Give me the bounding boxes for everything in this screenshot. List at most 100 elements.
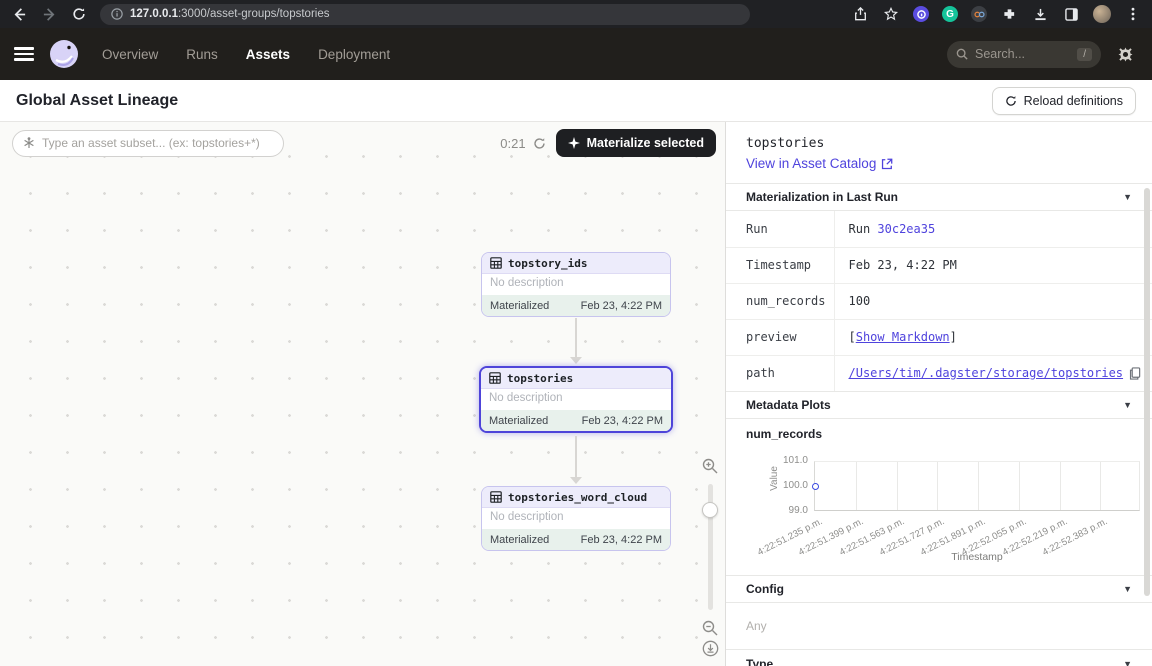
- y-tick: 101.0: [772, 455, 808, 466]
- nav-item-runs[interactable]: Runs: [186, 47, 218, 62]
- grammarly-extension-icon[interactable]: G: [942, 6, 958, 22]
- browser-menu-kebab-icon[interactable]: [1124, 5, 1142, 23]
- bracket-open: [: [849, 330, 856, 344]
- table-icon: [490, 491, 502, 503]
- nav-item-deployment[interactable]: Deployment: [318, 47, 390, 62]
- site-info-icon[interactable]: [111, 8, 123, 20]
- row-label: Timestamp: [726, 247, 834, 283]
- asset-node-topstories-word-cloud[interactable]: topstories_word_cloud No description Mat…: [481, 486, 671, 551]
- materialize-selected-button[interactable]: Materialize selected: [556, 129, 716, 157]
- asset-subset-input[interactable]: Type an asset subset... (ex: topstories+…: [12, 130, 284, 157]
- search-shortcut-badge: /: [1077, 48, 1092, 61]
- asset-node-timestamp: Feb 23, 4:22 PM: [581, 534, 662, 546]
- section-title: Config: [746, 582, 784, 596]
- url-bar[interactable]: 127.0.0.1:3000/asset-groups/topstories: [100, 4, 750, 25]
- asset-node-description: No description: [482, 274, 670, 295]
- asset-lineage-graph[interactable]: Type an asset subset... (ex: topstories+…: [0, 122, 726, 666]
- asset-node-name: topstories_word_cloud: [508, 491, 647, 504]
- y-tick: 99.0: [772, 505, 808, 516]
- url-path: :3000/asset-groups/topstories: [178, 8, 330, 20]
- zoom-in-icon[interactable]: [702, 458, 718, 474]
- dagster-logo[interactable]: [48, 38, 80, 70]
- view-in-asset-catalog-link[interactable]: View in Asset Catalog: [746, 156, 1132, 171]
- asset-node-description: No description: [482, 508, 670, 529]
- nav-menu-icon[interactable]: [14, 47, 34, 61]
- asset-node-status: Materialized: [489, 415, 548, 427]
- asset-node-status: Materialized: [490, 534, 549, 546]
- browser-chrome: 127.0.0.1:3000/asset-groups/topstories G: [0, 0, 1152, 28]
- chevron-down-icon: ▼: [1123, 659, 1132, 666]
- section-title: Metadata Plots: [746, 398, 831, 412]
- panel-scrollbar[interactable]: [1144, 188, 1150, 596]
- section-metadata-plots[interactable]: Metadata Plots ▼: [726, 391, 1152, 419]
- password-extension-icon[interactable]: [913, 6, 929, 22]
- browser-forward-icon[interactable]: [40, 5, 58, 23]
- reload-definitions-label: Reload definitions: [1024, 94, 1123, 108]
- external-link-icon: [881, 158, 893, 170]
- asset-node-topstories[interactable]: topstories No description Materialized F…: [479, 366, 673, 433]
- zoom-out-icon[interactable]: [702, 620, 718, 636]
- section-type[interactable]: Type ▼: [726, 649, 1152, 666]
- show-markdown-link[interactable]: Show Markdown: [856, 330, 950, 344]
- graph-toolbar: Type an asset subset... (ex: topstories+…: [12, 129, 716, 157]
- table-row: Run Run 30c2ea35: [726, 211, 1152, 247]
- path-link[interactable]: /Users/tim/.dagster/storage/topstories: [849, 366, 1124, 380]
- refresh-timer: 0:21: [500, 136, 545, 151]
- timestamp-value: Feb 23, 4:22 PM: [834, 247, 1152, 283]
- browser-reload-icon[interactable]: [70, 5, 88, 23]
- run-id-link[interactable]: 30c2ea35: [877, 222, 935, 236]
- row-label: preview: [726, 319, 834, 355]
- section-materialization-last-run[interactable]: Materialization in Last Run ▼: [726, 183, 1152, 211]
- materialize-icon: [568, 137, 580, 149]
- browser-back-icon[interactable]: [10, 5, 28, 23]
- downloads-icon[interactable]: [1031, 5, 1049, 23]
- nav-item-overview[interactable]: Overview: [102, 47, 158, 62]
- reload-icon: [1005, 95, 1017, 107]
- url-text: 127.0.0.1:3000/asset-groups/topstories: [130, 8, 329, 20]
- data-point[interactable]: [812, 483, 819, 490]
- side-panel-icon[interactable]: [1062, 5, 1080, 23]
- nav-item-assets[interactable]: Assets: [246, 47, 290, 62]
- reload-definitions-button[interactable]: Reload definitions: [992, 87, 1136, 115]
- materialization-table: Run Run 30c2ea35 Timestamp Feb 23, 4:22 …: [726, 211, 1152, 391]
- owl-extension-icon[interactable]: [971, 6, 987, 22]
- global-search-input[interactable]: Search... /: [947, 41, 1101, 68]
- table-row: path /Users/tim/.dagster/storage/topstor…: [726, 355, 1152, 391]
- asset-node-status: Materialized: [490, 300, 549, 312]
- row-label: Run: [726, 211, 834, 247]
- num-records-value: 100: [834, 283, 1152, 319]
- search-icon: [956, 48, 968, 60]
- plot-area: 4:22:51.235 p.m. 4:22:51.399 p.m. 4:22:5…: [814, 461, 1140, 511]
- share-icon[interactable]: [851, 5, 869, 23]
- edge-arrow: [569, 318, 583, 364]
- view-in-asset-catalog-label: View in Asset Catalog: [746, 156, 876, 171]
- extensions-puzzle-icon[interactable]: [1000, 5, 1018, 23]
- zoom-slider-handle[interactable]: [702, 502, 718, 518]
- asset-node-topstory-ids[interactable]: topstory_ids No description Materialized…: [481, 252, 671, 317]
- zoom-slider[interactable]: [708, 484, 713, 610]
- row-label: path: [726, 355, 834, 391]
- refresh-icon[interactable]: [533, 137, 546, 150]
- copy-icon[interactable]: [1129, 367, 1141, 380]
- chevron-down-icon: ▼: [1123, 584, 1132, 594]
- table-row: Timestamp Feb 23, 4:22 PM: [726, 247, 1152, 283]
- asset-selector-icon: [23, 137, 35, 149]
- config-value: Any: [726, 603, 1152, 649]
- page-header: Global Asset Lineage Reload definitions: [0, 80, 1152, 122]
- bookmark-star-icon[interactable]: [882, 5, 900, 23]
- panel-asset-name: topstories: [746, 136, 1132, 151]
- section-config[interactable]: Config ▼: [726, 575, 1152, 603]
- browser-profile-avatar[interactable]: [1093, 5, 1111, 23]
- asset-subset-placeholder: Type an asset subset... (ex: topstories+…: [42, 136, 260, 150]
- url-host: 127.0.0.1: [130, 8, 178, 20]
- y-tick: 100.0: [772, 480, 808, 491]
- bracket-close: ]: [950, 330, 957, 344]
- section-title: Type: [746, 657, 773, 666]
- recenter-view-icon[interactable]: [702, 640, 719, 657]
- page-title: Global Asset Lineage: [16, 92, 178, 110]
- plot-name: num_records: [726, 419, 1152, 443]
- settings-gear-icon[interactable]: [1117, 46, 1134, 63]
- chevron-down-icon: ▼: [1123, 192, 1132, 202]
- search-placeholder: Search...: [975, 47, 1025, 61]
- x-axis-label: Timestamp: [814, 551, 1140, 563]
